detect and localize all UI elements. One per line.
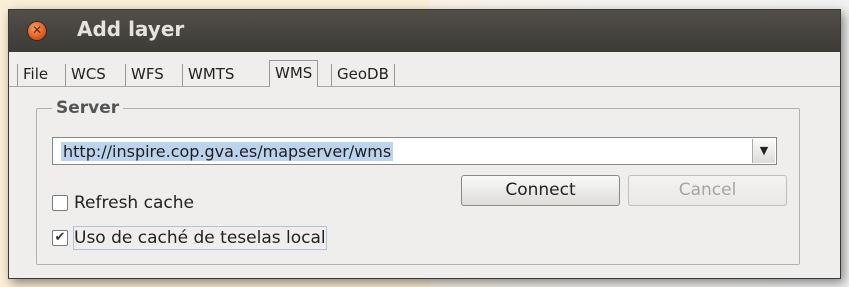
tab-wfs[interactable]: WFS bbox=[125, 64, 169, 86]
refresh-cache-label: Refresh cache bbox=[74, 193, 194, 213]
title-bar: ✕ Add layer bbox=[9, 10, 840, 52]
connect-button[interactable]: Connect bbox=[461, 175, 620, 206]
close-button[interactable]: ✕ bbox=[28, 22, 46, 40]
tab-geodb[interactable]: GeoDB bbox=[331, 64, 395, 86]
tab-wms[interactable]: WMS bbox=[269, 60, 319, 87]
tab-wcs[interactable]: WCS bbox=[65, 64, 111, 86]
close-icon: ✕ bbox=[31, 23, 43, 37]
chevron-down-icon[interactable]: ▼ bbox=[752, 139, 775, 163]
tab-file[interactable]: File bbox=[17, 64, 53, 86]
server-url-input[interactable]: http://inspire.cop.gva.es/mapserver/wms bbox=[61, 142, 394, 161]
checkmark-icon: ✔ bbox=[54, 230, 66, 245]
server-group-label: Server bbox=[52, 98, 124, 118]
refresh-cache-checkbox[interactable] bbox=[52, 195, 68, 211]
local-tile-cache-checkbox[interactable]: ✔ bbox=[52, 230, 68, 246]
server-url-combobox[interactable]: http://inspire.cop.gva.es/mapserver/wms … bbox=[52, 137, 777, 165]
local-tile-cache-label: Uso de caché de teselas local bbox=[73, 226, 327, 250]
window-title: Add layer bbox=[77, 17, 185, 41]
cancel-button[interactable]: Cancel bbox=[628, 175, 787, 206]
tab-bar: File WCS WFS WMTS WMS GeoDB bbox=[9, 52, 840, 87]
tab-wmts[interactable]: WMTS bbox=[182, 64, 239, 86]
